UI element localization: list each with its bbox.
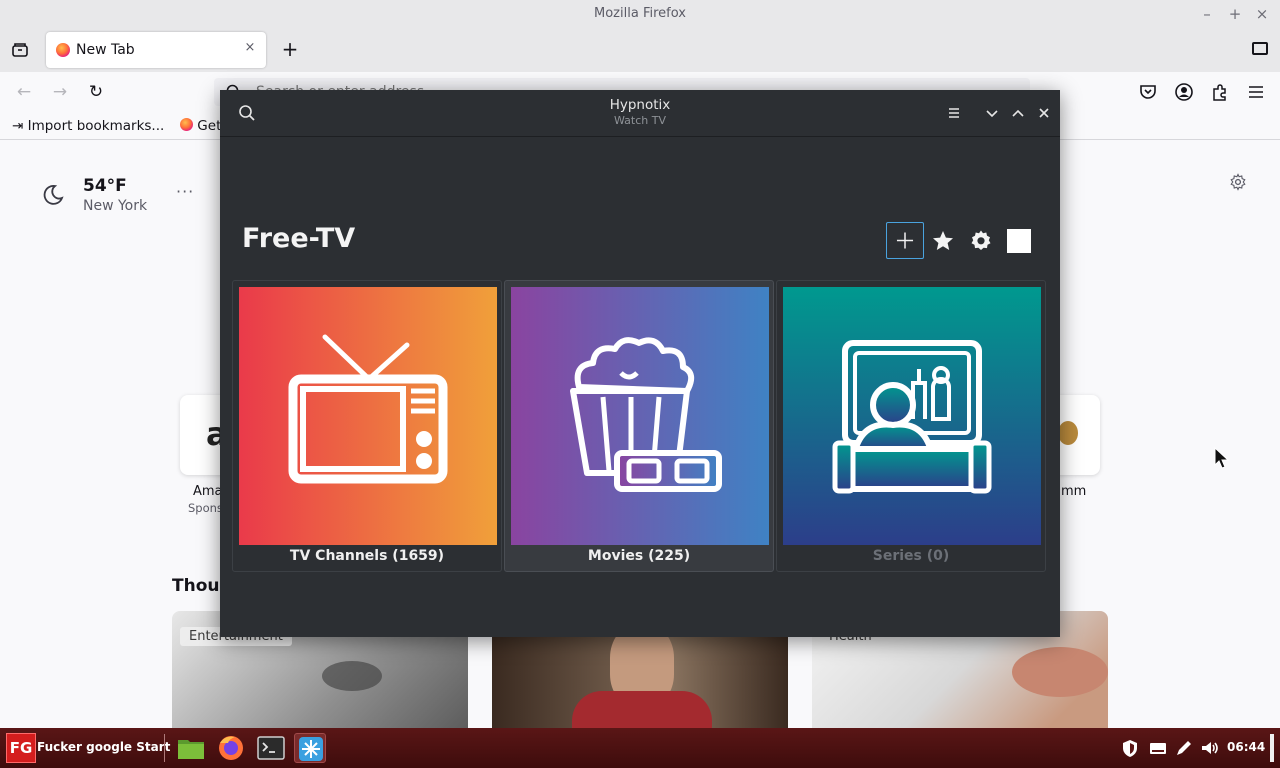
window-title: Mozilla Firefox — [594, 6, 686, 21]
start-button[interactable]: FG Fucker google Start — [0, 728, 170, 768]
gear-icon[interactable] — [969, 229, 993, 253]
back-button[interactable]: ← — [12, 80, 36, 104]
provider-name: Free-TV — [242, 223, 356, 254]
volume-icon[interactable] — [1200, 738, 1220, 758]
tab-close-button[interactable]: × — [242, 40, 258, 56]
start-label: Fucker google Start — [37, 740, 171, 754]
category-movies[interactable]: Movies (225) — [504, 280, 774, 572]
category-tv-channels[interactable]: TV Channels (1659) — [232, 280, 502, 572]
minimize-icon[interactable] — [981, 102, 1003, 124]
close-window-button[interactable]: × — [1252, 4, 1272, 24]
files-icon[interactable] — [175, 733, 207, 763]
shortcut-icon — [1058, 421, 1078, 445]
clock: 06:44 — [1227, 740, 1266, 754]
firefox-icon — [56, 43, 70, 57]
shortcut-label: mm — [1061, 484, 1087, 499]
taskbar-separator — [164, 734, 165, 762]
maximize-icon[interactable] — [1007, 102, 1029, 124]
pocket-icon[interactable] — [1138, 82, 1158, 102]
series-viewer-icon — [783, 287, 1041, 545]
window-titlebar: Mozilla Firefox – + × — [0, 0, 1280, 28]
pen-icon[interactable] — [1174, 738, 1194, 758]
category-label: TV Channels (1659) — [289, 548, 445, 564]
story-photo — [1012, 647, 1108, 697]
weather-temperature: 54°F — [83, 176, 127, 196]
hamburger-menu-icon[interactable] — [943, 102, 965, 124]
close-icon[interactable] — [1033, 102, 1055, 124]
menu-icon[interactable] — [1246, 82, 1266, 102]
import-icon: ⇥ — [12, 118, 28, 134]
story-photo — [322, 661, 382, 691]
tv-icon — [239, 287, 497, 545]
folder-icon[interactable] — [1252, 42, 1268, 55]
story-photo-detail — [572, 691, 712, 731]
firefox-icon — [180, 118, 193, 131]
category-label: Movies (225) — [587, 548, 691, 564]
hypnotix-window: Hypnotix Watch TV Free-TV TV Channels (1… — [220, 90, 1060, 637]
hypnotix-taskbar-button[interactable] — [294, 733, 326, 763]
popcorn-3d-glasses-icon — [511, 287, 769, 545]
category-series[interactable]: Series (0) — [776, 280, 1046, 572]
moon-icon — [43, 185, 64, 205]
forward-button[interactable]: → — [48, 80, 72, 104]
taskbar: FG Fucker google Start 06:44 — [0, 728, 1280, 768]
weather-more-button[interactable]: ··· — [176, 182, 194, 201]
maximize-button[interactable]: + — [1225, 4, 1245, 24]
hypnotix-headerbar: Hypnotix Watch TV — [220, 90, 1060, 137]
hypnotix-icon — [299, 737, 323, 761]
bookmark-import[interactable]: ⇥ Import bookmarks... — [12, 118, 164, 134]
extensions-icon[interactable] — [1210, 82, 1230, 102]
hypnotix-subtitle: Watch TV — [614, 114, 666, 127]
mouse-cursor-icon — [1214, 447, 1230, 469]
minimize-button[interactable]: – — [1197, 4, 1217, 24]
terminal-icon[interactable] — [255, 733, 287, 763]
tab-title: New Tab — [76, 42, 135, 58]
firefox-icon[interactable] — [215, 733, 247, 763]
new-tab-button[interactable]: + — [278, 38, 302, 62]
shortcut-label: Ama — [193, 484, 223, 499]
gear-icon[interactable] — [1229, 173, 1247, 191]
weather-city: New York — [83, 198, 148, 214]
keyboard-icon[interactable] — [1148, 738, 1168, 758]
account-icon[interactable] — [1174, 82, 1194, 102]
section-heading: Thou — [172, 576, 220, 596]
add-provider-button[interactable] — [886, 222, 924, 259]
tab-new-tab[interactable]: New Tab × — [46, 32, 266, 68]
hypnotix-title: Hypnotix — [609, 97, 671, 113]
show-desktop-button[interactable] — [1270, 734, 1274, 762]
shortcut-sponsored: Spons — [188, 501, 223, 515]
tab-bar: New Tab × + — [0, 28, 1280, 72]
color-square-button[interactable] — [1007, 229, 1031, 253]
category-label: Series (0) — [872, 548, 950, 564]
star-icon[interactable] — [931, 229, 955, 253]
reload-button[interactable]: ↻ — [84, 80, 108, 104]
start-logo-icon: FG — [6, 733, 36, 763]
shield-icon[interactable] — [1120, 738, 1140, 758]
tab-list-icon[interactable] — [10, 40, 30, 60]
